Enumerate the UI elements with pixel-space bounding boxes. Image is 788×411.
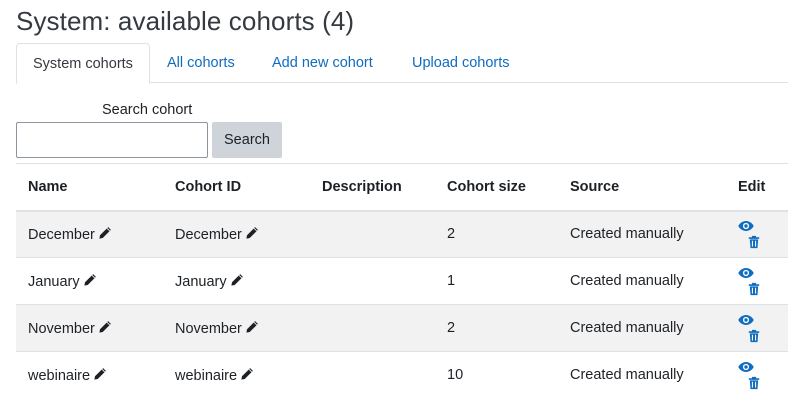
- pencil-icon[interactable]: [98, 320, 112, 334]
- pencil-icon[interactable]: [245, 226, 259, 240]
- tab-all-cohorts[interactable]: All cohorts: [151, 43, 251, 83]
- cell-name: January: [16, 257, 163, 305]
- tab-upload-cohorts[interactable]: Upload cohorts: [396, 43, 526, 83]
- header-description: Description: [310, 163, 435, 212]
- cohort-name: December: [28, 226, 95, 243]
- cell-cohort-id: December: [163, 210, 310, 258]
- eye-icon[interactable]: [738, 359, 754, 375]
- search-cohort-label: Search cohort: [102, 102, 193, 118]
- cell-name: December: [16, 210, 163, 258]
- cohort-id: December: [175, 226, 242, 243]
- pencil-icon[interactable]: [240, 367, 254, 381]
- cohort-id: webinaire: [175, 367, 238, 384]
- trash-icon[interactable]: [747, 281, 763, 297]
- trash-icon[interactable]: [747, 328, 763, 344]
- table-row: November November 2 Created manually: [16, 304, 788, 352]
- cell-edit: [726, 210, 788, 258]
- cohort-name: January: [28, 273, 80, 290]
- cell-cohort-size: 2: [435, 210, 558, 258]
- cell-cohort-size: 1: [435, 257, 558, 305]
- trash-icon[interactable]: [747, 234, 763, 250]
- eye-icon[interactable]: [738, 265, 754, 281]
- cell-source: Created manually: [558, 257, 726, 305]
- header-name: Name: [16, 163, 163, 212]
- pencil-icon[interactable]: [83, 273, 97, 287]
- cell-cohort-id: webinaire: [163, 351, 310, 399]
- pencil-icon[interactable]: [98, 226, 112, 240]
- cell-description: [310, 351, 435, 399]
- table-row: webinaire webinaire 10 Created manually: [16, 351, 788, 399]
- search-cohort-input[interactable]: [16, 122, 208, 158]
- header-edit: Edit: [726, 163, 788, 212]
- pencil-icon[interactable]: [93, 367, 107, 381]
- header-source: Source: [558, 163, 726, 212]
- cohort-name: November: [28, 320, 95, 337]
- tab-system-cohorts[interactable]: System cohorts: [16, 43, 150, 84]
- cohort-name: webinaire: [28, 367, 91, 384]
- header-cohort-id: Cohort ID: [163, 163, 310, 212]
- cell-name: November: [16, 304, 163, 352]
- cell-edit: [726, 351, 788, 399]
- tab-add-new-cohort[interactable]: Add new cohort: [256, 43, 389, 83]
- eye-icon[interactable]: [738, 312, 754, 328]
- cell-description: [310, 210, 435, 258]
- pencil-icon[interactable]: [230, 273, 244, 287]
- cell-edit: [726, 257, 788, 305]
- table-row: December December 2 Created manually: [16, 210, 788, 258]
- cohort-tabs: System cohorts All cohorts Add new cohor…: [16, 43, 788, 84]
- table-header-row: Name Cohort ID Description Cohort size S…: [16, 163, 788, 212]
- cohorts-table: Name Cohort ID Description Cohort size S…: [16, 163, 788, 399]
- cell-cohort-size: 10: [435, 351, 558, 399]
- cohort-id: November: [175, 320, 242, 337]
- pencil-icon[interactable]: [245, 320, 259, 334]
- cell-source: Created manually: [558, 351, 726, 399]
- cell-description: [310, 304, 435, 352]
- cell-source: Created manually: [558, 210, 726, 258]
- table-row: January January 1 Created manually: [16, 257, 788, 305]
- trash-icon[interactable]: [747, 375, 763, 391]
- header-cohort-size: Cohort size: [435, 163, 558, 212]
- page-title: System: available cohorts (4): [16, 6, 355, 36]
- cell-cohort-id: January: [163, 257, 310, 305]
- cell-edit: [726, 304, 788, 352]
- cell-cohort-id: November: [163, 304, 310, 352]
- cell-name: webinaire: [16, 351, 163, 399]
- eye-icon[interactable]: [738, 218, 754, 234]
- search-button[interactable]: Search: [212, 122, 282, 158]
- cell-source: Created manually: [558, 304, 726, 352]
- cell-description: [310, 257, 435, 305]
- cell-cohort-size: 2: [435, 304, 558, 352]
- cohort-id: January: [175, 273, 227, 290]
